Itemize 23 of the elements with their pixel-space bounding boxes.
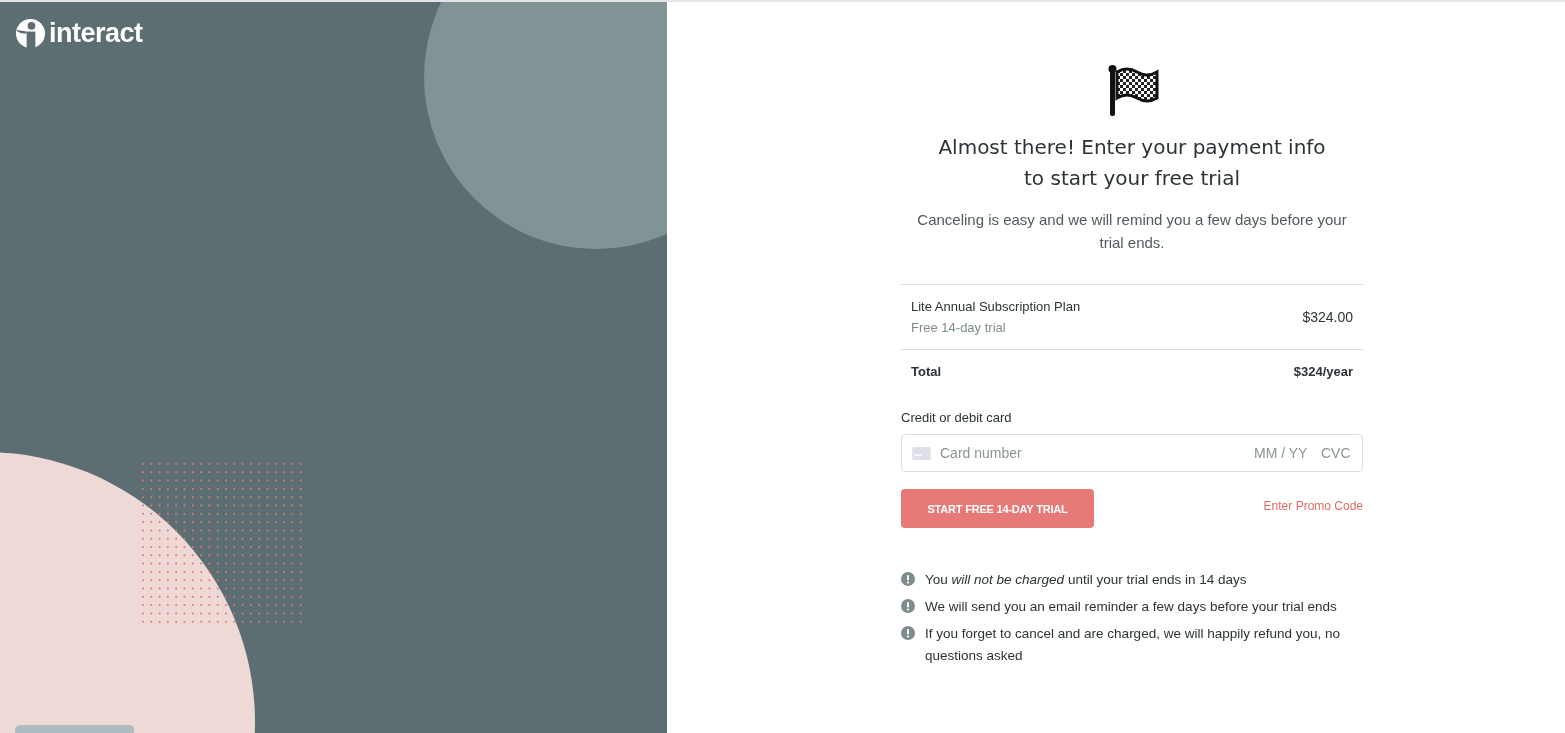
plan-note: Free 14-day trial	[911, 320, 1007, 335]
exclamation-icon	[901, 626, 915, 640]
start-trial-button[interactable]: START FREE 14-DAY TRIAL	[901, 489, 1094, 528]
note-text: We will send you an email reminder a few days before your trial ends	[925, 598, 1337, 616]
promo-code-link[interactable]: Enter Promo Code	[1263, 498, 1363, 513]
exclamation-icon	[901, 599, 915, 613]
note-text: If you forget to cancel and are charged, we will happily refund you, no questions asked	[925, 625, 1341, 665]
total-label: Total	[911, 363, 942, 379]
card-number-field[interactable]: Card number	[940, 445, 1245, 461]
plan-name: Lite Annual Subscription Plan	[911, 299, 1081, 314]
cvc-field[interactable]: CVC	[1321, 445, 1352, 461]
exclamation-icon	[901, 572, 915, 586]
total-amount: $324/year	[1293, 363, 1353, 379]
card-icon	[912, 446, 931, 460]
brand-name: interact	[49, 18, 143, 49]
logo-icon	[15, 18, 46, 49]
card-field[interactable]: Card number MM / YY CVC	[901, 434, 1363, 472]
plan-price: $324.00	[1302, 309, 1353, 325]
note-text: You will not be charged until your trial ends in 14 days	[925, 571, 1247, 589]
expiry-field[interactable]: MM / YY	[1254, 445, 1312, 461]
card-label: Credit or debit card	[901, 410, 1013, 425]
subheading: Canceling is easy and we will remind you a few days before your trial ends.	[916, 210, 1348, 253]
heading: Almost there! Enter your payment info to start your free trial	[937, 134, 1327, 192]
